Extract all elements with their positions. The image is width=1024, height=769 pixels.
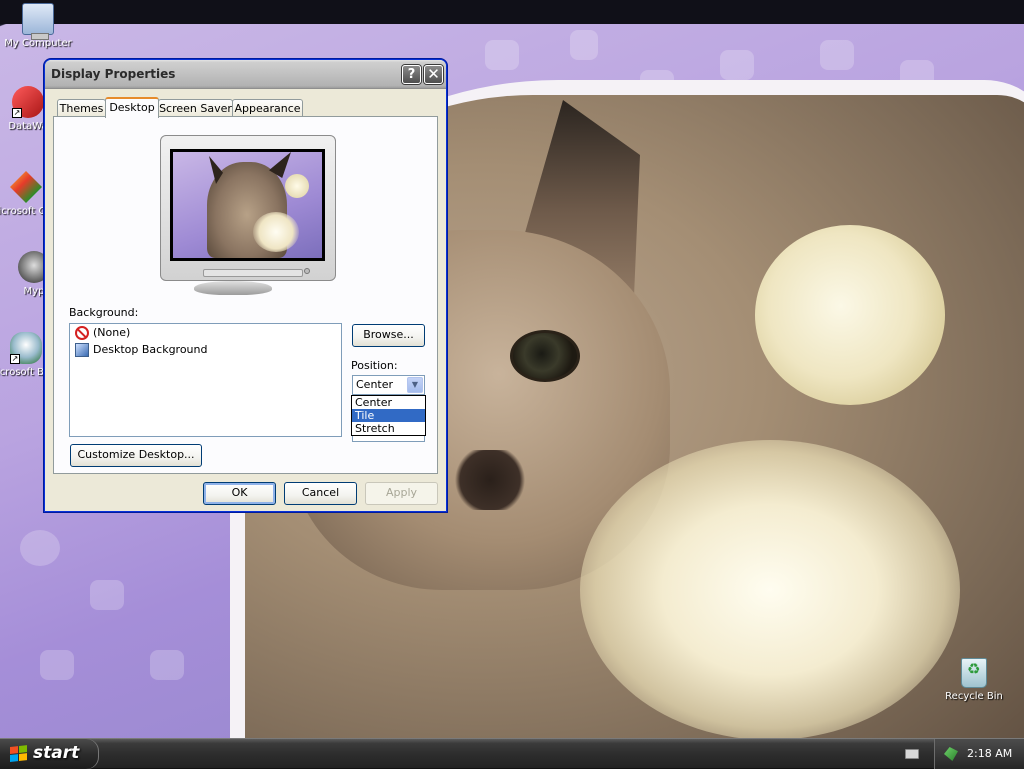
position-select[interactable]: Center ▼ bbox=[352, 375, 425, 395]
desktop-icon-recycle-bin[interactable]: Recycle Bin bbox=[936, 658, 1012, 702]
position-label: Position: bbox=[351, 359, 398, 372]
image-icon bbox=[75, 343, 89, 357]
monitor-power-led bbox=[304, 268, 310, 274]
cancel-button[interactable]: Cancel bbox=[284, 482, 357, 505]
monitor-stand bbox=[194, 281, 272, 295]
clock[interactable]: 2:18 AM bbox=[967, 747, 1012, 760]
wallpaper-dumpling bbox=[755, 225, 945, 405]
ok-button[interactable]: OK bbox=[203, 482, 276, 505]
browse-button[interactable]: Browse... bbox=[352, 324, 425, 347]
close-button[interactable]: ✕ bbox=[424, 65, 443, 84]
monitor-screen bbox=[170, 149, 325, 261]
list-item-label: Desktop Background bbox=[93, 343, 208, 356]
wallpaper-sticker bbox=[90, 580, 124, 610]
monitor-bezel-bar bbox=[203, 269, 303, 277]
customize-desktop-button[interactable]: Customize Desktop... bbox=[70, 444, 202, 467]
visual-basic-icon: ↗ bbox=[10, 332, 42, 364]
taskbar: start 2:18 AM bbox=[0, 738, 1024, 769]
wallpaper-sticker bbox=[820, 40, 854, 70]
wallpaper-top-band bbox=[0, 0, 1024, 24]
tab-desktop[interactable]: Desktop bbox=[105, 97, 159, 118]
tab-themes[interactable]: Themes bbox=[57, 99, 106, 117]
shortcut-arrow-icon: ↗ bbox=[12, 108, 22, 118]
option-center[interactable]: Center bbox=[352, 396, 425, 409]
wallpaper-sticker bbox=[570, 30, 598, 60]
option-tile[interactable]: Tile bbox=[352, 409, 425, 422]
tab-appearance[interactable]: Appearance bbox=[232, 99, 303, 117]
system-tray: 2:18 AM bbox=[934, 739, 1024, 769]
keyboard-icon[interactable] bbox=[905, 749, 919, 759]
my-computer-icon bbox=[22, 3, 54, 40]
display-properties-window: Display Properties ? ✕ Themes Desktop Sc… bbox=[44, 59, 447, 512]
desktop-icon-label: Recycle Bin bbox=[945, 691, 1003, 702]
wallpaper-preview-image bbox=[173, 152, 322, 258]
network-icon[interactable] bbox=[944, 747, 958, 761]
preview-dumpling bbox=[285, 174, 309, 198]
help-button[interactable]: ? bbox=[402, 65, 421, 84]
recycle-bin-icon bbox=[961, 658, 987, 688]
wallpaper-dumpling-blurred bbox=[580, 440, 960, 738]
desktop-icon-my-computer[interactable]: My Computer bbox=[0, 3, 76, 49]
wallpaper-sticker bbox=[485, 40, 519, 70]
application-icon: ↗ bbox=[12, 86, 44, 118]
list-item-label: (None) bbox=[93, 326, 131, 339]
visual-cpp-icon bbox=[10, 171, 42, 203]
window-title: Display Properties bbox=[51, 67, 176, 81]
wallpaper-sticker bbox=[20, 530, 60, 566]
wallpaper-sticker bbox=[150, 650, 184, 680]
desktop-tab-panel: Background: (None) Desktop Background Br… bbox=[53, 116, 438, 474]
apply-button[interactable]: Apply bbox=[365, 482, 438, 505]
chevron-down-icon[interactable]: ▼ bbox=[407, 377, 423, 393]
list-item-none[interactable]: (None) bbox=[70, 324, 341, 341]
list-item-desktop-background[interactable]: Desktop Background bbox=[70, 341, 341, 358]
position-dropdown-list: Center Tile Stretch bbox=[351, 395, 426, 436]
wallpaper-cat-nose bbox=[450, 450, 530, 510]
start-label: start bbox=[33, 743, 80, 763]
start-button[interactable]: start bbox=[0, 739, 99, 769]
wallpaper-sticker bbox=[40, 650, 74, 680]
preview-dumpling bbox=[253, 212, 299, 252]
background-label: Background: bbox=[69, 306, 139, 319]
option-stretch[interactable]: Stretch bbox=[352, 422, 425, 435]
title-bar[interactable]: Display Properties ? ✕ bbox=[45, 60, 446, 89]
monitor-preview bbox=[160, 135, 336, 281]
none-icon bbox=[75, 326, 89, 340]
wallpaper-sticker bbox=[720, 50, 754, 80]
wallpaper-cat-eye bbox=[510, 330, 580, 382]
tab-screen-saver[interactable]: Screen Saver bbox=[158, 99, 233, 117]
windows-logo-icon bbox=[10, 745, 28, 763]
background-listbox[interactable]: (None) Desktop Background bbox=[69, 323, 342, 437]
position-selected-value: Center bbox=[356, 378, 394, 391]
shortcut-arrow-icon: ↗ bbox=[10, 354, 20, 364]
